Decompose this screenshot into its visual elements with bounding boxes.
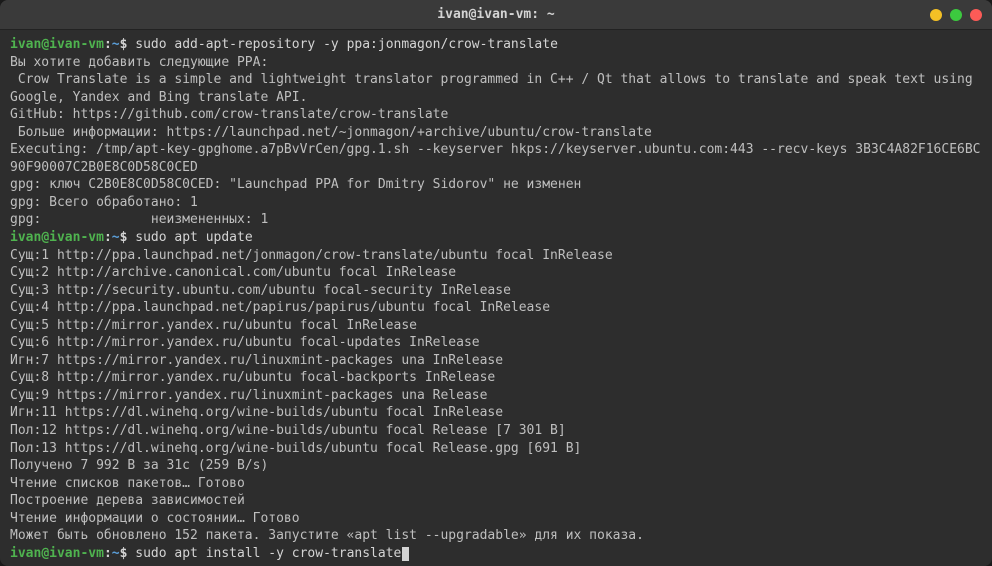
maximize-icon[interactable] [950, 9, 962, 21]
prompt-host: ivan-vm [49, 230, 104, 245]
output-line: Получено 7 992 B за 31с (259 B/s) [10, 457, 982, 475]
output-line: Чтение списков пакетов… Готово [10, 475, 982, 493]
prompt-at: @ [41, 230, 49, 245]
prompt-path: ~ [112, 230, 120, 245]
prompt-colon: : [104, 546, 112, 561]
window-title: ivan@ivan-vm: ~ [437, 6, 554, 24]
output-line: Сущ:8 http://mirror.yandex.ru/ubuntu foc… [10, 369, 982, 387]
output-line: Игн:7 https://mirror.yandex.ru/linuxmint… [10, 352, 982, 370]
output-line: Игн:11 https://dl.winehq.org/wine-builds… [10, 404, 982, 422]
output-line: Чтение информации о состоянии… Готово [10, 510, 982, 528]
terminal-area[interactable]: ivan@ivan-vm:~$ sudo add-apt-repository … [0, 30, 992, 566]
output-line: Executing: /tmp/apt-key-gpghome.a7pBvVrC… [10, 141, 982, 176]
command-text: sudo apt install -y crow-translate [135, 546, 401, 561]
output-line: Построение дерева зависимостей [10, 492, 982, 510]
output-line: gpg: ключ C2B0E8C0D58C0CED: "Launchpad P… [10, 176, 982, 194]
output-line: Больше информации: https://launchpad.net… [10, 124, 982, 142]
output-line: Сущ:6 http://mirror.yandex.ru/ubuntu foc… [10, 334, 982, 352]
cursor-icon [402, 547, 409, 561]
output-line: Сущ:4 http://ppa.launchpad.net/papirus/p… [10, 299, 982, 317]
prompt-colon: : [104, 37, 112, 52]
output-line: Пол:12 https://dl.winehq.org/wine-builds… [10, 422, 982, 440]
prompt-host: ivan-vm [49, 37, 104, 52]
command-text: sudo add-apt-repository -y ppa:jonmagon/… [135, 37, 558, 52]
prompt-colon: : [104, 230, 112, 245]
prompt-path: ~ [112, 546, 120, 561]
command-text: sudo apt update [135, 230, 252, 245]
prompt-dollar: $ [120, 230, 136, 245]
prompt-line: ivan@ivan-vm:~$ sudo apt update [10, 229, 982, 247]
output-line: gpg: Всего обработано: 1 [10, 194, 982, 212]
prompt-line: ivan@ivan-vm:~$ sudo apt install -y crow… [10, 545, 982, 563]
prompt-dollar: $ [120, 37, 136, 52]
prompt-user: ivan [10, 230, 41, 245]
output-line: Вы хотите добавить следующие PPA: [10, 54, 982, 72]
output-line: Сущ:9 https://mirror.yandex.ru/linuxmint… [10, 387, 982, 405]
prompt-at: @ [41, 37, 49, 52]
output-line: Сущ:2 http://archive.canonical.com/ubunt… [10, 264, 982, 282]
prompt-user: ivan [10, 37, 41, 52]
prompt-dollar: $ [120, 546, 136, 561]
prompt-user: ivan [10, 546, 41, 561]
prompt-line: ivan@ivan-vm:~$ sudo add-apt-repository … [10, 36, 982, 54]
prompt-at: @ [41, 546, 49, 561]
output-line: Пол:13 https://dl.winehq.org/wine-builds… [10, 440, 982, 458]
output-line: Может быть обновлено 152 пакета. Запусти… [10, 527, 982, 545]
window-controls [930, 9, 982, 21]
close-icon[interactable] [970, 9, 982, 21]
titlebar[interactable]: ivan@ivan-vm: ~ [0, 0, 992, 30]
output-line: Crow Translate is a simple and lightweig… [10, 71, 982, 106]
prompt-host: ivan-vm [49, 546, 104, 561]
output-line: Сущ:5 http://mirror.yandex.ru/ubuntu foc… [10, 317, 982, 335]
terminal-window: ivan@ivan-vm: ~ ivan@ivan-vm:~$ sudo add… [0, 0, 992, 566]
output-line: GitHub: https://github.com/crow-translat… [10, 106, 982, 124]
minimize-icon[interactable] [930, 9, 942, 21]
output-line: Сущ:3 http://security.ubuntu.com/ubuntu … [10, 282, 982, 300]
output-line: Сущ:1 http://ppa.launchpad.net/jonmagon/… [10, 247, 982, 265]
output-line: gpg: неизмененных: 1 [10, 211, 982, 229]
prompt-path: ~ [112, 37, 120, 52]
